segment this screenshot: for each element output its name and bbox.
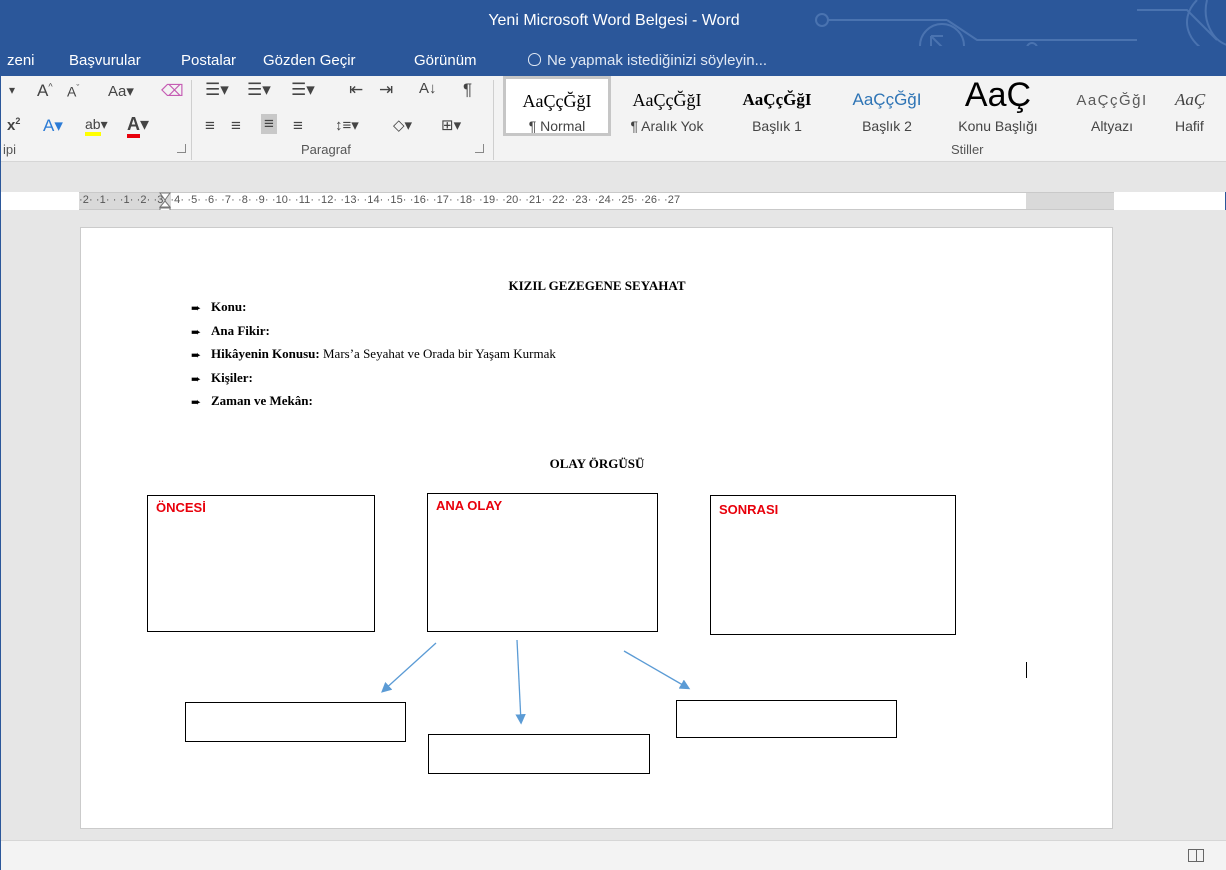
arrow-bullet-icon: ➨	[191, 371, 202, 386]
window-title: Yeni Microsoft Word Belgesi - Word	[488, 12, 740, 29]
word-window: Yeni Microsoft Word Belgesi - Word zeni …	[0, 0, 1226, 870]
item-label: Zaman ve Mekân:	[211, 393, 313, 408]
list-item: ➨ Hikâyenin Konusu: Mars’a Seyahat ve Ora…	[191, 347, 556, 371]
tab-view[interactable]: Görünüm	[414, 52, 477, 69]
justify-icon[interactable]: ≡	[293, 116, 303, 136]
status-bar	[1, 840, 1226, 870]
paragraph-group-label: Paragraf	[301, 142, 351, 157]
lower-box-left[interactable]	[185, 702, 406, 742]
style-preview: AaÇçĞğI	[742, 90, 812, 109]
box-label: ANA OLAY	[436, 498, 503, 513]
decrease-indent-icon[interactable]: ⇤	[349, 80, 363, 100]
style-preview: AaÇçĞğI	[852, 90, 922, 109]
clear-formatting-icon[interactable]: ⌫	[161, 81, 184, 101]
box-label: ÖNCESİ	[156, 500, 206, 515]
tab-review[interactable]: Gözden Geçir	[263, 52, 356, 69]
list-item: ➨ Konu:	[191, 300, 556, 324]
style-heading-2[interactable]: AaÇçĞğI Başlık 2	[835, 76, 939, 136]
ruler-background	[1, 162, 1226, 192]
increase-indent-icon[interactable]: ⇥	[379, 80, 393, 100]
bullets-icon[interactable]: ☰▾	[205, 80, 229, 100]
style-name: Başlık 2	[862, 118, 912, 134]
read-mode-icon[interactable]	[1188, 849, 1204, 862]
style-name: Altyazı	[1090, 118, 1133, 134]
tell-me-box[interactable]: Ne yapmak istediğinizi söyleyin...	[528, 52, 767, 69]
text-cursor	[1026, 662, 1027, 678]
paragraph-dialog-launcher-icon[interactable]	[475, 144, 484, 153]
item-label: Ana Fikir:	[211, 322, 270, 338]
tab-mailings[interactable]: Postalar	[181, 52, 236, 69]
info-list: ➨ Konu: ➨ Ana Fikir: ➨ Hikâyenin Konusu: Ma…	[191, 300, 556, 418]
style-preview: AaÇ	[964, 76, 1032, 114]
line-spacing-icon[interactable]: ↕≡▾	[335, 116, 359, 134]
tell-me-placeholder: Ne yapmak istediğinizi söyleyin...	[547, 52, 768, 69]
box-before[interactable]: ÖNCESİ	[147, 495, 375, 632]
box-label: SONRASI	[719, 502, 779, 517]
font-dialog-launcher-icon[interactable]	[177, 144, 186, 153]
lower-box-right[interactable]	[676, 700, 897, 738]
style-name: ¶ Aralık Yok	[630, 118, 704, 134]
multilevel-list-icon[interactable]: ☰▾	[291, 80, 315, 100]
plot-title: OLAY ÖRGÜSÜ	[549, 456, 645, 471]
styles-group-label: Stiller	[951, 142, 984, 157]
group-separator	[191, 80, 192, 160]
box-main-event[interactable]: ANA OLAY	[427, 493, 658, 632]
style-name: Başlık 1	[752, 118, 802, 134]
group-separator	[493, 80, 494, 160]
styles-gallery: AaÇçĞğI ¶ Normal AaÇçĞğI ¶ Aralık Yok Aa…	[501, 76, 1226, 136]
style-preview: AaÇçĞğI	[522, 91, 592, 111]
box-after[interactable]: SONRASI	[710, 495, 956, 635]
list-item: ➨ Ana Fikir:	[191, 322, 556, 348]
change-case-icon[interactable]: Aa▾	[108, 82, 134, 100]
superscript-icon[interactable]: x2	[7, 116, 20, 134]
numbering-icon[interactable]: ☰▾	[247, 80, 271, 100]
style-title[interactable]: AaÇ Konu Başlığı	[943, 76, 1053, 136]
grow-font-icon[interactable]: A^	[37, 81, 53, 101]
ruler-right-margin	[1026, 193, 1114, 209]
align-right-icon[interactable]: ≡	[261, 114, 277, 134]
style-preview: AaÇçĞğI	[632, 90, 702, 110]
sort-icon[interactable]: A↓	[419, 80, 437, 97]
shading-icon[interactable]: ◇▾	[393, 116, 412, 134]
list-item: ➨ Kişiler:	[191, 369, 556, 395]
font-color-icon[interactable]: A▾	[127, 114, 149, 138]
ribbon: ▾ A^ Aˇ Aa▾ ⌫ x2 A▾ ab▾ A▾ ☰▾ ☰▾ ☰▾ ⇤ ⇥ …	[1, 76, 1226, 162]
title-bar: Yeni Microsoft Word Belgesi - Word	[1, 0, 1226, 46]
style-name: Hafif	[1175, 118, 1204, 134]
shrink-font-icon[interactable]: Aˇ	[67, 83, 79, 100]
arrow-bullet-icon: ➨	[191, 324, 202, 339]
text-effects-icon[interactable]: A▾	[43, 116, 63, 136]
horizontal-ruler[interactable]: ·2· ·1· · ·1· ·2· ·3· ·4· ·5· ·6· ·7· ·8…	[79, 192, 1114, 210]
style-heading-1[interactable]: AaÇçĞğI Başlık 1	[727, 76, 827, 136]
style-no-spacing[interactable]: AaÇçĞğI ¶ Aralık Yok	[615, 76, 719, 136]
lightbulb-icon	[528, 53, 541, 66]
style-preview: AaÇçĞğI	[1076, 92, 1148, 109]
arrow-bullet-icon: ➨	[191, 301, 202, 315]
show-formatting-marks-icon[interactable]: ¶	[463, 80, 472, 100]
item-label: Hikâyenin Konusu:	[211, 346, 320, 361]
style-normal[interactable]: AaÇçĞğI ¶ Normal	[503, 76, 611, 136]
font-group-label: ipi	[3, 142, 17, 157]
arrow-bullet-icon: ➨	[191, 348, 202, 362]
align-left-icon[interactable]: ≡	[205, 116, 215, 136]
item-label: Konu:	[211, 299, 247, 314]
item-label: Kişiler:	[211, 369, 253, 385]
arrow-bullet-icon: ➨	[191, 395, 202, 409]
highlight-color-icon[interactable]: ab▾	[85, 116, 108, 136]
font-size-dropdown-icon[interactable]: ▾	[9, 83, 15, 97]
tab-layout[interactable]: zeni	[7, 52, 35, 69]
align-center-icon[interactable]: ≡	[231, 116, 241, 136]
tab-references[interactable]: Başvurular	[69, 52, 141, 69]
item-value: Mars’a Seyahat ve Orada bir Yaşam Kurmak	[319, 346, 556, 361]
ribbon-tabs: zeni Başvurular Postalar Gözden Geçir Gö…	[1, 46, 1226, 76]
style-preview: AaÇ	[1175, 90, 1206, 109]
lower-box-center[interactable]	[428, 734, 650, 774]
style-subtitle[interactable]: AaÇçĞğI Altyazı	[1061, 76, 1163, 136]
style-name: Konu Başlığı	[958, 118, 1038, 134]
list-item: ➨ Zaman ve Mekân:	[191, 394, 556, 418]
style-subtle-emphasis[interactable]: AaÇ Hafif	[1167, 76, 1226, 136]
document-title: KIZIL GEZEGENE SEYAHAT	[508, 278, 686, 293]
style-name: ¶ Normal	[528, 118, 586, 134]
borders-icon[interactable]: ⊞▾	[441, 116, 461, 134]
